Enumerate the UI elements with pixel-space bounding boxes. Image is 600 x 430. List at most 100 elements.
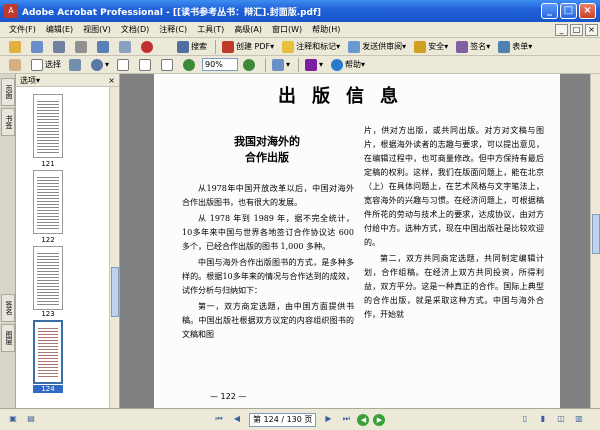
- minimize-button[interactable]: _: [541, 3, 558, 19]
- thumbnail-label: 121: [41, 160, 55, 168]
- secure-button[interactable]: 安全 ▾: [411, 39, 451, 54]
- help-label: 帮助: [345, 60, 362, 69]
- menu-advanced[interactable]: 高级(A): [229, 24, 267, 35]
- create-pdf-button[interactable]: 创建 PDF ▾: [219, 39, 277, 54]
- zoom-out-button[interactable]: [180, 57, 200, 72]
- tab-layers[interactable]: 图层: [1, 324, 15, 352]
- review-icon: [348, 40, 361, 53]
- page-view-icon[interactable]: ▣: [6, 413, 20, 427]
- forms-button[interactable]: 表单 ▾: [495, 39, 535, 54]
- doc-restore-button[interactable]: □: [570, 23, 583, 36]
- acrobat-app-icon[interactable]: A: [4, 4, 18, 18]
- attach-button[interactable]: [116, 39, 136, 54]
- document-scrollbar[interactable]: [590, 74, 600, 408]
- sign-button[interactable]: 签名 ▾: [453, 39, 493, 54]
- fit-width-icon: [161, 58, 174, 71]
- thumbnail-text-lines: [37, 175, 59, 229]
- first-page-button[interactable]: ⏮: [212, 413, 226, 427]
- menu-document[interactable]: 文档(D): [116, 24, 154, 35]
- stop-button[interactable]: [138, 39, 172, 54]
- previous-page-button[interactable]: ◀: [230, 413, 244, 427]
- save-button[interactable]: [50, 39, 70, 54]
- secure-label: 安全: [428, 42, 445, 51]
- fit-width-button[interactable]: [158, 57, 178, 72]
- close-button[interactable]: ×: [579, 3, 596, 19]
- last-page-button[interactable]: ⏭: [339, 413, 353, 427]
- print-icon: [75, 40, 87, 53]
- lock-icon: [414, 40, 427, 53]
- single-page-layout-icon[interactable]: ▯: [518, 413, 532, 427]
- thumbnail-page-122[interactable]: [33, 170, 63, 234]
- options-dropdown[interactable]: 选项: [20, 75, 36, 86]
- fit-page-button[interactable]: [136, 57, 156, 72]
- zoom-in-button[interactable]: [240, 57, 260, 72]
- paragraph: 从 1978 年到 1989 年，据不完全统计，10多年来中国与世界各地签订合作…: [182, 214, 354, 251]
- menu-view[interactable]: 视图(V): [78, 24, 116, 35]
- zoom-level-select[interactable]: 90%: [202, 58, 239, 71]
- document-view[interactable]: 出版信息 我国对海外的 合作出版 从1978年中国开放改革以后，中国对海外合作出…: [120, 74, 590, 408]
- thumbnail-page-121[interactable]: [33, 94, 63, 158]
- pdf-page: 出版信息 我国对海外的 合作出版 从1978年中国开放改革以后，中国对海外合作出…: [154, 74, 560, 408]
- email-button[interactable]: [94, 39, 114, 54]
- layers-toggle-icon[interactable]: ▤: [24, 413, 38, 427]
- print-button[interactable]: [72, 39, 92, 54]
- scrollbar-thumb[interactable]: [111, 267, 119, 317]
- tab-signatures[interactable]: 签名: [1, 294, 15, 322]
- toolbar-separator: [265, 57, 267, 72]
- menu-edit[interactable]: 编辑(E): [41, 24, 78, 35]
- thumbnail-label: 123: [41, 310, 55, 318]
- maximize-button[interactable]: □: [560, 3, 577, 19]
- page-number-field[interactable]: 第 124 / 130 页: [249, 412, 317, 427]
- previous-view-button[interactable]: ◀: [357, 413, 370, 426]
- comment-icon: [282, 40, 295, 53]
- paragraph: 第二，双方共同商定选题，共同制定编辑计划，合作组稿。在经济上双方共同投资，所得利…: [364, 254, 544, 319]
- thumbnails-scrollbar[interactable]: [109, 87, 119, 408]
- article-title: 我国对海外的 合作出版: [192, 134, 342, 166]
- minus-icon: [183, 58, 196, 71]
- navigation-tabs: 页面 书签 签名 图层: [0, 74, 16, 408]
- rotate-button[interactable]: ▾: [269, 57, 293, 72]
- yahoo-button[interactable]: ▾: [302, 57, 326, 72]
- forms-label: 表单: [512, 42, 529, 51]
- snapshot-button[interactable]: [66, 57, 86, 72]
- paragraph: 中国与海外合作出版图书的方式，是多种多样的。根据10多年来的情况与合作达到的成效…: [182, 258, 354, 295]
- thumbnail-page-124[interactable]: [33, 320, 63, 384]
- search-button[interactable]: 搜索: [174, 39, 210, 54]
- open-button[interactable]: [6, 39, 26, 54]
- next-page-button[interactable]: ▶: [321, 413, 335, 427]
- organizer-button[interactable]: [28, 39, 48, 54]
- scrollbar-thumb[interactable]: [592, 214, 600, 254]
- menu-help[interactable]: 帮助(H): [307, 24, 345, 35]
- create-pdf-label: 创建 PDF: [236, 42, 271, 51]
- rotate-icon: [272, 58, 285, 71]
- continuous-layout-icon[interactable]: ▮: [536, 413, 550, 427]
- help-icon: [331, 58, 344, 71]
- organizer-icon: [31, 40, 43, 53]
- send-review-button[interactable]: 发送供审阅 ▾: [345, 39, 409, 54]
- comment-markup-button[interactable]: 注释和标记 ▾: [279, 39, 343, 54]
- hand-tool-button[interactable]: [6, 57, 26, 72]
- pen-icon: [456, 40, 469, 53]
- thumbnails-header: 选项 ▾ ×: [16, 74, 119, 87]
- tab-bookmarks[interactable]: 书签: [1, 108, 15, 136]
- close-panel-icon[interactable]: ×: [108, 76, 115, 85]
- doc-close-button[interactable]: ×: [585, 23, 598, 36]
- select-tool-button[interactable]: 选择: [28, 57, 64, 72]
- paragraph: 从1978年中国开放改革以后，中国对海外合作出版图书，也有很大的发展。: [182, 184, 354, 207]
- actual-size-button[interactable]: [114, 57, 134, 72]
- continuous-facing-layout-icon[interactable]: ▥: [572, 413, 586, 427]
- folder-icon: [9, 40, 21, 53]
- menu-file[interactable]: 文件(F): [4, 24, 41, 35]
- thumbnail-page-123[interactable]: [33, 246, 63, 310]
- menu-tools[interactable]: 工具(T): [192, 24, 229, 35]
- printed-page-number: — 122 —: [210, 392, 247, 401]
- select-label: 选择: [45, 60, 61, 69]
- help-button[interactable]: 帮助 ▾: [328, 57, 368, 72]
- tab-pages[interactable]: 页面: [1, 78, 15, 106]
- next-view-button[interactable]: ▶: [373, 413, 386, 426]
- zoom-tool-button[interactable]: ▾: [88, 57, 112, 72]
- facing-layout-icon[interactable]: ◫: [554, 413, 568, 427]
- menu-comments[interactable]: 注释(C): [154, 24, 192, 35]
- doc-minimize-button[interactable]: _: [555, 23, 568, 36]
- menu-window[interactable]: 窗口(W): [267, 24, 307, 35]
